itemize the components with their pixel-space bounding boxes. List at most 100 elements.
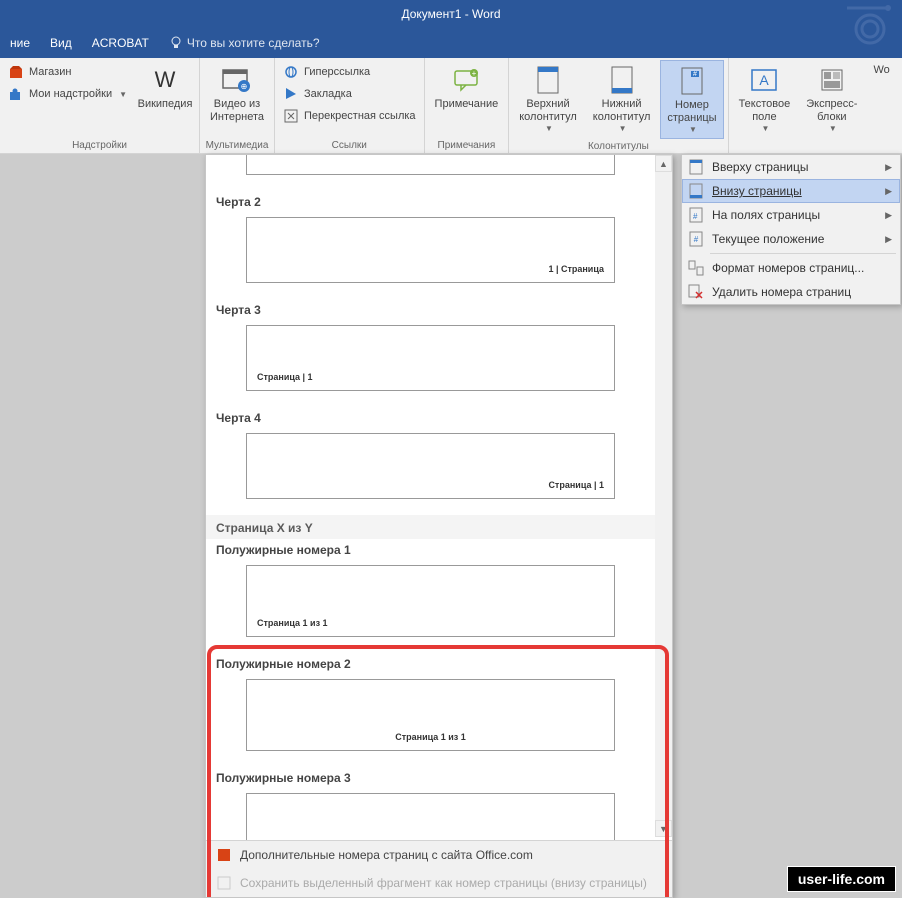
- document-area: Вверху страницы ▶ Внизу страницы ▶ # На …: [0, 154, 902, 898]
- format-icon: [688, 260, 704, 276]
- svg-text:#: #: [693, 71, 697, 78]
- bookmark-button[interactable]: Закладка: [279, 84, 420, 104]
- ribbon: Магазин Мои надстройки ▼ W Википедия Над…: [0, 58, 902, 154]
- my-addins-button[interactable]: Мои надстройки ▼: [4, 84, 131, 104]
- menu-format-numbers[interactable]: Формат номеров страниц...: [682, 256, 900, 280]
- gallery-item-label: Черта 3: [206, 299, 655, 321]
- menu-bottom-of-page[interactable]: Внизу страницы ▶: [682, 179, 900, 203]
- group-text: A Текстовое поле ▼ Экспресс- блоки ▼ Wo: [729, 58, 900, 153]
- dropdown-arrow-icon: ▼: [689, 125, 697, 134]
- gallery-preview[interactable]: 1 | Страница: [246, 217, 615, 283]
- top-page-icon: [688, 159, 704, 175]
- group-label-comments: Примечания: [429, 138, 505, 153]
- document-title: Документ1 - Word: [401, 7, 500, 21]
- gallery-preview[interactable]: Страница | 1: [246, 433, 615, 499]
- footer-icon: [606, 64, 638, 96]
- page-number-sample: Страница | 1: [257, 372, 313, 382]
- group-label-addins: Надстройки: [4, 138, 195, 153]
- textbox-button[interactable]: A Текстовое поле ▼: [733, 60, 797, 137]
- svg-text:W: W: [155, 69, 176, 91]
- gallery-item-label: Полужирные номера 3: [206, 767, 655, 789]
- footer-button[interactable]: Нижний колонтитул ▼: [587, 60, 657, 137]
- gallery-item-label: Полужирные номера 2: [206, 653, 655, 675]
- gallery-item-label: Полужирные номера 1: [206, 539, 655, 561]
- lightbulb-icon: [169, 36, 183, 50]
- group-label-media: Мультимедиа: [204, 138, 270, 153]
- wordart-button[interactable]: Wo: [867, 60, 895, 81]
- dropdown-arrow-icon: ▼: [761, 124, 769, 133]
- watermark-logo: [842, 4, 892, 49]
- page-number-button[interactable]: # Номер страницы ▼: [660, 60, 723, 139]
- comment-button[interactable]: + Примечание: [429, 60, 505, 115]
- submenu-arrow-icon: ▶: [885, 162, 892, 173]
- gallery-preview[interactable]: Страница 1 из 1: [246, 679, 615, 751]
- store-icon: [8, 64, 24, 80]
- svg-text:A: A: [760, 72, 770, 88]
- current-pos-icon: #: [688, 231, 704, 247]
- svg-text:#: #: [694, 235, 699, 244]
- page-number-sample: Страница 1 из 1: [395, 732, 466, 742]
- dropdown-arrow-icon: ▼: [619, 124, 627, 133]
- menu-remove-numbers[interactable]: Удалить номера страниц: [682, 280, 900, 304]
- wikipedia-icon: W: [149, 64, 181, 96]
- header-button[interactable]: Верхний колонтитул ▼: [513, 60, 583, 137]
- group-label-headerfooter: Колонтитулы: [513, 139, 723, 154]
- textbox-icon: A: [748, 64, 780, 96]
- video-label: Видео из Интернета: [210, 98, 264, 124]
- online-video-button[interactable]: ⊕ Видео из Интернета: [204, 60, 270, 128]
- gallery-scrollbar[interactable]: ▲ ▼: [655, 155, 672, 837]
- crossref-button[interactable]: Перекрестная ссылка: [279, 106, 420, 126]
- scroll-down-icon[interactable]: ▼: [655, 820, 672, 837]
- scroll-up-icon[interactable]: ▲: [655, 155, 672, 172]
- store-button[interactable]: Магазин: [4, 62, 131, 82]
- tab-acrobat[interactable]: ACROBAT: [92, 36, 149, 50]
- gallery-footer: Дополнительные номера страниц с сайта Of…: [206, 840, 672, 897]
- ribbon-tabs: ние Вид ACROBAT Что вы хотите сделать?: [0, 28, 902, 58]
- margins-icon: #: [688, 207, 704, 223]
- quickparts-icon: [816, 64, 848, 96]
- tell-me-search[interactable]: Что вы хотите сделать?: [169, 36, 320, 50]
- page-number-gallery: Черта 2 1 | Страница Черта 3 Страница | 1 Че…: [205, 154, 673, 898]
- group-media: ⊕ Видео из Интернета Мультимедиа: [200, 58, 275, 153]
- gallery-item-label: Черта 4: [206, 407, 655, 429]
- crossref-icon: [283, 108, 299, 124]
- group-links: Гиперссылка Закладка Перекрестная ссылка…: [275, 58, 425, 153]
- puzzle-icon: [8, 86, 24, 102]
- submenu-arrow-icon: ▶: [885, 210, 892, 221]
- gallery-item-label: Черта 2: [206, 191, 655, 213]
- hyperlink-icon: [283, 64, 299, 80]
- remove-icon: [688, 284, 704, 300]
- gallery-preview[interactable]: Страница 1 из 1: [246, 565, 615, 637]
- menu-top-of-page[interactable]: Вверху страницы ▶: [682, 155, 900, 179]
- tab-partial[interactable]: ние: [10, 36, 30, 50]
- group-addins: Магазин Мои надстройки ▼ W Википедия Над…: [0, 58, 200, 153]
- submenu-arrow-icon: ▶: [885, 234, 892, 245]
- page-number-sample: Страница 1 из 1: [257, 618, 328, 628]
- video-icon: ⊕: [221, 64, 253, 96]
- group-comments: + Примечание Примечания: [425, 58, 510, 153]
- svg-text:+: +: [472, 69, 477, 78]
- tab-view[interactable]: Вид: [50, 36, 72, 50]
- menu-separator: [710, 253, 896, 254]
- menu-page-margins[interactable]: # На полях страницы ▶: [682, 203, 900, 227]
- wikipedia-button[interactable]: W Википедия: [135, 60, 195, 115]
- svg-text:⊕: ⊕: [241, 82, 248, 91]
- gallery-section-header: Страница X из Y: [206, 515, 655, 539]
- pagenumber-dropdown: Вверху страницы ▶ Внизу страницы ▶ # На …: [681, 154, 901, 305]
- dropdown-arrow-icon: ▼: [545, 124, 553, 133]
- gallery-preview[interactable]: [246, 155, 615, 175]
- menu-current-position[interactable]: # Текущее положение ▶: [682, 227, 900, 251]
- title-bar: Документ1 - Word: [0, 0, 902, 28]
- submenu-arrow-icon: ▶: [885, 186, 892, 197]
- comment-icon: +: [450, 64, 482, 96]
- dropdown-arrow-icon: ▼: [829, 124, 837, 133]
- page-number-sample: 1 | Страница: [548, 264, 604, 274]
- more-from-office-button[interactable]: Дополнительные номера страниц с сайта Of…: [206, 841, 672, 869]
- dropdown-arrow-icon: ▼: [119, 90, 127, 99]
- bottom-page-icon: [688, 183, 704, 199]
- header-icon: [532, 64, 564, 96]
- quickparts-button[interactable]: Экспресс- блоки ▼: [800, 60, 863, 137]
- hyperlink-button[interactable]: Гиперссылка: [279, 62, 420, 82]
- gallery-preview[interactable]: Страница | 1: [246, 325, 615, 391]
- bookmark-icon: [283, 86, 299, 102]
